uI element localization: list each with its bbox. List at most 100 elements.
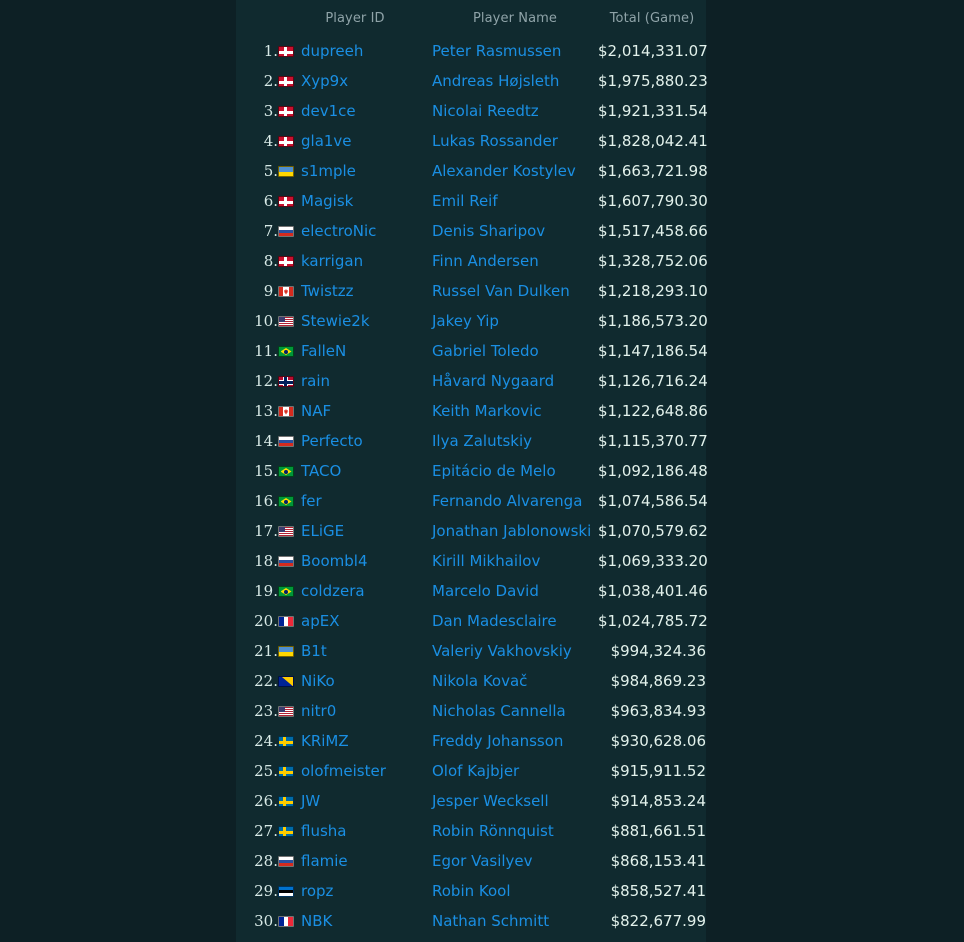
rank-cell: 23. bbox=[254, 702, 278, 720]
player-name-link[interactable]: Marcelo David bbox=[432, 582, 539, 600]
player-id-link[interactable]: Stewie2k bbox=[301, 312, 370, 330]
rank-cell: 28. bbox=[254, 852, 278, 870]
player-name-link[interactable]: Epitácio de Melo bbox=[432, 462, 556, 480]
player-id-link[interactable]: coldzera bbox=[301, 582, 365, 600]
player-id-link[interactable]: electroNic bbox=[301, 222, 376, 240]
player-name-link[interactable]: Nicolai Reedtz bbox=[432, 102, 539, 120]
player-id-link[interactable]: NiKo bbox=[301, 672, 335, 690]
player-id-link[interactable]: dev1ce bbox=[301, 102, 356, 120]
player-name-link[interactable]: Peter Rasmussen bbox=[432, 42, 561, 60]
player-id-link[interactable]: fer bbox=[301, 492, 322, 510]
player-id-link[interactable]: Xyp9x bbox=[301, 72, 348, 90]
player-id-link[interactable]: NAF bbox=[301, 402, 331, 420]
player-name-link[interactable]: Valeriy Vakhovskiy bbox=[432, 642, 572, 660]
player-name-link[interactable]: Freddy Johansson bbox=[432, 732, 563, 750]
player-id-cell: TACO bbox=[278, 456, 432, 486]
player-name-link[interactable]: Nikola Kovač bbox=[432, 672, 527, 690]
player-name-link[interactable]: Ilya Zalutskiy bbox=[432, 432, 532, 450]
player-name-cell: Nicholas Cannella bbox=[432, 696, 598, 726]
table-row: 10. Stewie2k Jakey Yip $1,186,573.20 bbox=[236, 306, 708, 336]
total-earnings-cell: $881,661.51 bbox=[610, 822, 706, 840]
player-name-link[interactable]: Emil Reif bbox=[432, 192, 498, 210]
rank-cell: 3. bbox=[263, 102, 278, 120]
total-earnings-cell: $1,828,042.41 bbox=[598, 132, 708, 150]
player-name-link[interactable]: Russel Van Dulken bbox=[432, 282, 570, 300]
table-row: 8. karrigan Finn Andersen $1,328,752.06 bbox=[236, 246, 708, 276]
player-id-link[interactable]: TACO bbox=[301, 462, 341, 480]
player-id-link[interactable]: B1t bbox=[301, 642, 327, 660]
player-name-link[interactable]: Robin Kool bbox=[432, 882, 511, 900]
player-name-link[interactable]: Håvard Nygaard bbox=[432, 372, 554, 390]
total-earnings-cell: $1,328,752.06 bbox=[598, 252, 708, 270]
player-name-cell: Olof Kajbjer bbox=[432, 756, 598, 786]
player-id-link[interactable]: FalleN bbox=[301, 342, 346, 360]
player-id-cell: NAF bbox=[278, 396, 432, 426]
player-name-link[interactable]: Dan Madesclaire bbox=[432, 612, 557, 630]
player-name-link[interactable]: Alexander Kostylev bbox=[432, 162, 576, 180]
sweden-flag-icon bbox=[278, 826, 294, 837]
player-id-link[interactable]: NBK bbox=[301, 912, 332, 930]
column-header-total-game: Total (Game) bbox=[609, 11, 695, 26]
table-row: 19. coldzera Marcelo David $1,038,401.46 bbox=[236, 576, 708, 606]
player-id-link[interactable]: JW bbox=[301, 792, 320, 810]
player-name-link[interactable]: Kirill Mikhailov bbox=[432, 552, 540, 570]
player-name-link[interactable]: Jonathan Jablonowski bbox=[432, 522, 591, 540]
player-id-link[interactable]: s1mple bbox=[301, 162, 356, 180]
player-id-link[interactable]: nitr0 bbox=[301, 702, 336, 720]
player-name-link[interactable]: Gabriel Toledo bbox=[432, 342, 539, 360]
player-id-link[interactable]: olofmeister bbox=[301, 762, 386, 780]
canada-flag-icon bbox=[278, 406, 294, 417]
player-name-cell: Marcelo David bbox=[432, 576, 598, 606]
player-id-link[interactable]: flusha bbox=[301, 822, 346, 840]
player-id-cell: B1t bbox=[278, 636, 432, 666]
player-name-link[interactable]: Jesper Wecksell bbox=[432, 792, 549, 810]
rank-cell: 16. bbox=[254, 492, 278, 510]
player-id-link[interactable]: KRiMZ bbox=[301, 732, 349, 750]
player-name-link[interactable]: Robin Rönnquist bbox=[432, 822, 554, 840]
denmark-flag-icon bbox=[278, 46, 294, 57]
rank-cell: 12. bbox=[254, 372, 278, 390]
player-name-cell: Robin Rönnquist bbox=[432, 816, 598, 846]
player-name-link[interactable]: Nicholas Cannella bbox=[432, 702, 566, 720]
player-id-link[interactable]: gla1ve bbox=[301, 132, 352, 150]
player-id-link[interactable]: ELiGE bbox=[301, 522, 344, 540]
player-name-link[interactable]: Lukas Rossander bbox=[432, 132, 558, 150]
player-id-cell: karrigan bbox=[278, 246, 432, 276]
table-row: 12. rain Håvard Nygaard $1,126,716.24 bbox=[236, 366, 708, 396]
table-row: 26. JW Jesper Wecksell $914,853.24 bbox=[236, 786, 706, 816]
player-name-link[interactable]: Nathan Schmitt bbox=[432, 912, 549, 930]
player-id-link[interactable]: Perfecto bbox=[301, 432, 363, 450]
player-id-link[interactable]: flamie bbox=[301, 852, 348, 870]
player-id-link[interactable]: karrigan bbox=[301, 252, 363, 270]
player-name-link[interactable]: Olof Kajbjer bbox=[432, 762, 519, 780]
player-name-link[interactable]: Fernando Alvarenga bbox=[432, 492, 582, 510]
player-name-link[interactable]: Jakey Yip bbox=[432, 312, 499, 330]
player-id-link[interactable]: Magisk bbox=[301, 192, 353, 210]
player-id-link[interactable]: rain bbox=[301, 372, 330, 390]
player-name-link[interactable]: Denis Sharipov bbox=[432, 222, 545, 240]
bosnia-flag-icon bbox=[278, 676, 294, 687]
player-id-link[interactable]: ropz bbox=[301, 882, 333, 900]
player-id-cell: dupreeh bbox=[278, 36, 432, 66]
player-id-cell: Twistzz bbox=[278, 276, 432, 306]
player-id-cell: JW bbox=[278, 786, 432, 816]
total-earnings-cell: $930,628.06 bbox=[610, 732, 706, 750]
player-name-link[interactable]: Egor Vasilyev bbox=[432, 852, 533, 870]
page-root: Player ID Player Name Total (Game) 1. dup… bbox=[0, 0, 964, 942]
player-id-link[interactable]: Twistzz bbox=[301, 282, 354, 300]
player-name-cell: Fernando Alvarenga bbox=[432, 486, 598, 516]
total-earnings-cell: $1,122,648.86 bbox=[598, 402, 708, 420]
player-name-link[interactable]: Andreas Højsleth bbox=[432, 72, 559, 90]
player-id-link[interactable]: dupreeh bbox=[301, 42, 363, 60]
usa-flag-icon bbox=[278, 526, 294, 537]
player-id-link[interactable]: Boombl4 bbox=[301, 552, 368, 570]
rank-cell: 8. bbox=[263, 252, 278, 270]
player-name-link[interactable]: Finn Andersen bbox=[432, 252, 539, 270]
total-earnings-cell: $1,074,586.54 bbox=[598, 492, 708, 510]
player-name-link[interactable]: Keith Markovic bbox=[432, 402, 542, 420]
rank-cell: 18. bbox=[254, 552, 278, 570]
total-earnings-cell: $1,975,880.23 bbox=[598, 72, 708, 90]
total-earnings-cell: $868,153.41 bbox=[610, 852, 706, 870]
total-earnings-cell: $1,186,573.20 bbox=[598, 312, 708, 330]
player-id-link[interactable]: apEX bbox=[301, 612, 339, 630]
